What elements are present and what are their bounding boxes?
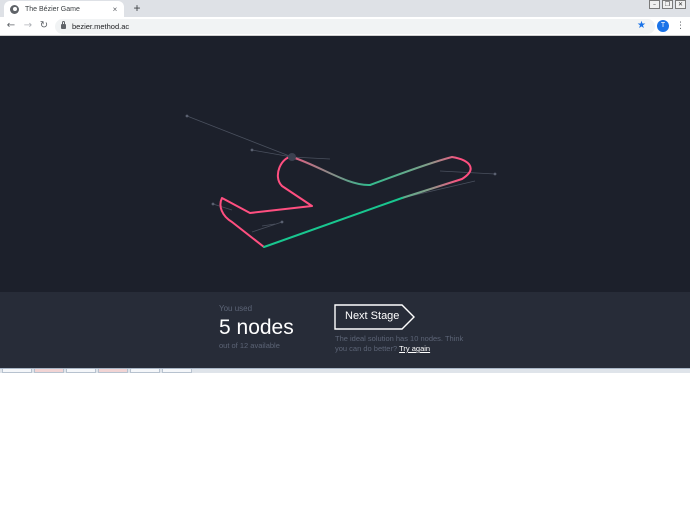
- used-label: You used: [219, 304, 253, 313]
- lock-icon: [61, 21, 66, 29]
- next-stage-button[interactable]: Next Stage: [334, 304, 416, 330]
- taskbar-item[interactable]: [98, 369, 128, 373]
- belly-segment: [263, 197, 403, 248]
- profile-avatar[interactable]: T: [657, 20, 669, 32]
- handle-lines: [186, 115, 496, 233]
- new-tab-button[interactable]: +: [130, 1, 144, 15]
- body-top-segment: [291, 156, 371, 187]
- next-stage-label: Next Stage: [345, 310, 400, 322]
- node-count: 5 nodes: [219, 316, 294, 339]
- bezier-drawing[interactable]: [0, 36, 690, 292]
- browser-tab[interactable]: The Bézier Game ×: [4, 1, 124, 17]
- taskbar: [0, 368, 690, 373]
- url-text: bezier.method.ac: [72, 22, 130, 31]
- browser-toolbar: ← → ↻ bezier.method.ac ★ T ⋮: [0, 17, 690, 36]
- more-vertical-icon[interactable]: ⋮: [676, 19, 685, 33]
- window-controls: – ❐ ✕: [649, 0, 686, 9]
- nose-segment: [369, 156, 472, 199]
- hint-text: The ideal solution has 10 nodes. Think y…: [335, 334, 470, 354]
- globe-icon: [10, 4, 19, 14]
- address-bar[interactable]: bezier.method.ac: [55, 19, 655, 34]
- minimize-button[interactable]: –: [649, 0, 660, 9]
- available-text: out of 12 available: [219, 341, 280, 350]
- forward-icon[interactable]: →: [21, 19, 35, 33]
- try-again-link[interactable]: Try again: [399, 344, 430, 353]
- taskbar-item[interactable]: [66, 369, 96, 373]
- taskbar-item[interactable]: [34, 369, 64, 373]
- bookmark-star-icon[interactable]: ★: [637, 19, 646, 33]
- maximize-button[interactable]: ❐: [662, 0, 673, 9]
- back-icon[interactable]: ←: [4, 19, 18, 33]
- tab-title: The Bézier Game: [25, 5, 80, 13]
- close-tab-icon[interactable]: ×: [109, 5, 121, 14]
- active-node[interactable]: [288, 153, 296, 161]
- taskbar-item[interactable]: [162, 369, 192, 373]
- tab-strip: The Bézier Game × + – ❐ ✕: [0, 0, 690, 17]
- control-points[interactable]: [185, 114, 497, 224]
- taskbar-item[interactable]: [130, 369, 160, 373]
- reload-icon[interactable]: ↻: [37, 19, 51, 33]
- taskbar-item[interactable]: [2, 369, 32, 373]
- wing-segment: [219, 156, 313, 248]
- result-panel: You used 5 nodes out of 12 available Nex…: [0, 292, 690, 368]
- close-window-button[interactable]: ✕: [675, 0, 686, 9]
- airplane-path[interactable]: [219, 156, 472, 248]
- game-canvas[interactable]: [0, 36, 690, 292]
